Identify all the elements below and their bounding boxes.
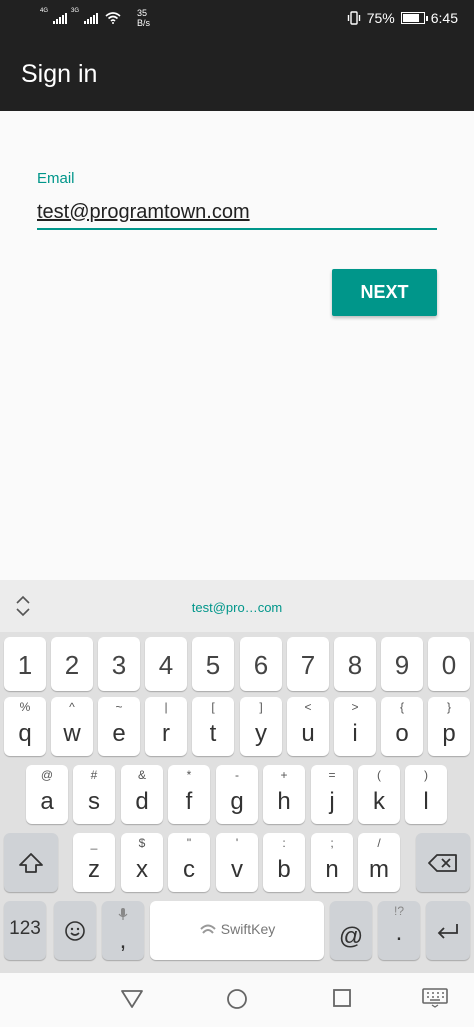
back-nav-icon[interactable] [120,988,144,1010]
key-0[interactable]: 0 [428,637,470,691]
key-y[interactable]: ] y [240,697,282,756]
email-field[interactable] [37,196,437,230]
key-h[interactable]: + h [263,765,305,824]
status-bar: 4G 3G 35 B/s 75% 6:45 [0,0,474,38]
space-key[interactable]: SwiftKey [150,901,324,960]
key-b[interactable]: :b [263,833,305,892]
emoji-icon [65,920,85,941]
key-r[interactable]: | r [145,697,187,756]
battery-icon [400,12,428,24]
key-e[interactable]: ~ e [98,697,140,756]
shift-icon [19,852,43,873]
key-6[interactable]: 6 [240,637,282,691]
key-w[interactable]: ^ w [51,697,93,756]
period-key[interactable]: !? . [378,901,420,960]
network-type-1: 4G [40,8,49,14]
key-d[interactable]: & d [121,765,163,824]
key-3[interactable]: 3 [98,637,140,691]
period-label: . [395,919,403,946]
key-c[interactable]: " c [168,833,210,892]
space-key-brand: SwiftKey [220,921,276,937]
key-j[interactable]: = j [311,765,353,824]
keyboard-hide-icon[interactable] [422,988,448,1008]
shift-key[interactable] [4,833,58,892]
key-a[interactable]: @ a [26,765,68,824]
at-key[interactable]: @ [330,901,372,960]
app-bar: Sign in [0,38,474,111]
key-s[interactable]: # s [73,765,115,824]
network-speed-value: 35 [137,8,148,18]
status-left: 4G 3G 35 B/s [40,8,150,28]
key-t[interactable]: [t [192,697,234,756]
key-q[interactable]: % q [4,697,46,756]
comma-label: , [119,927,127,954]
key-p[interactable]: } p [428,697,470,756]
key-k[interactable]: (k [358,765,400,824]
symbols-key-label: 123 [9,918,41,939]
key-v[interactable]: ' v [216,833,258,892]
swiftkey-logo-icon [200,924,216,934]
microphone-icon [118,908,128,920]
key-2[interactable]: 2 [51,637,93,691]
status-right: 75% 6:45 [347,10,458,26]
emoji-key[interactable] [54,901,96,960]
at-label: @ [338,923,364,950]
symbols-key[interactable]: 123 [4,901,46,960]
period-sub-label: !? [393,904,404,918]
comma-key[interactable]: , [102,901,144,960]
backspace-key[interactable] [416,833,470,892]
key-g[interactable]: -g [216,765,258,824]
key-n[interactable]: ; n [311,833,353,892]
key-9[interactable]: 9 [381,637,423,691]
email-label: Email [37,170,75,187]
home-nav-icon[interactable] [226,988,248,1010]
keyboard: 1 2 3 4 5 6 7 8 9 0 % q ^ w ~ e | r [t ] y < u… [0,632,474,973]
clock-time: 6:45 [430,10,458,26]
key-x[interactable]: $ x [121,833,163,892]
key-u[interactable]: < u [287,697,329,756]
network-type-2: 3G [71,8,80,14]
key-z[interactable]: _ z [73,833,115,892]
network-speed: 35 B/s [137,8,150,28]
key-f[interactable]: * f [168,765,210,824]
key-4[interactable]: 4 [145,637,187,691]
key-i[interactable]: > i [334,697,376,756]
battery-percent: 75% [366,10,395,26]
key-8[interactable]: 8 [334,637,376,691]
key-7[interactable]: 7 [287,637,329,691]
signal-icon-1 [53,12,68,24]
enter-key[interactable] [426,901,470,960]
key-l[interactable]: ) l [405,765,447,824]
vibrate-icon [347,11,360,25]
next-button[interactable]: NEXT [332,269,437,316]
enter-icon [437,923,458,939]
key-m[interactable]: / m [358,833,400,892]
navigation-bar [0,973,474,1027]
key-5[interactable]: 5 [192,637,234,691]
network-speed-unit: B/s [137,18,151,28]
key-1[interactable]: 1 [4,637,46,691]
keyboard-suggestion[interactable]: test@pro…com [0,600,474,615]
wifi-icon [105,12,121,24]
recents-nav-icon[interactable] [332,988,352,1008]
backspace-icon [428,853,457,872]
signal-icon-2 [84,12,99,24]
key-o[interactable]: {o [381,697,423,756]
keyboard-suggestion-bar: test@pro…com [0,580,474,632]
page-title: Sign in [21,60,98,88]
